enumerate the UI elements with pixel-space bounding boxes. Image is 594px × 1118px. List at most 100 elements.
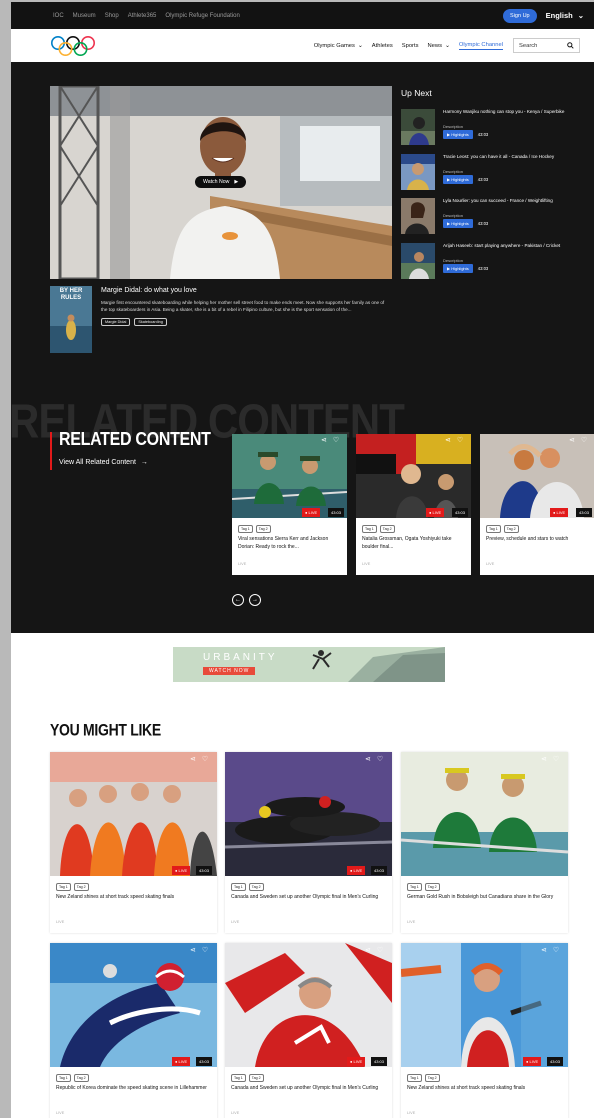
share-icon[interactable]: ⋖ bbox=[190, 755, 196, 763]
card-image bbox=[232, 434, 347, 518]
tag-chip[interactable]: Tag 1 bbox=[407, 883, 422, 891]
card-title: German Gold Rush in Bobsleigh but Canadi… bbox=[407, 894, 554, 900]
top-link-athlete365[interactable]: Athlete365 bbox=[128, 13, 157, 19]
olympic-rings-logo[interactable] bbox=[49, 35, 97, 57]
tag-chip[interactable]: Tag 2 bbox=[73, 883, 89, 891]
related-card[interactable]: ⋖ ♡ ● LIVE 43:03 Tag 1 Tag 2 Natalia Gros… bbox=[356, 434, 471, 575]
tag-chip[interactable]: Tag 2 bbox=[503, 525, 519, 533]
heart-icon[interactable]: ♡ bbox=[377, 946, 383, 954]
related-title: RELATED CONTENT bbox=[59, 430, 211, 450]
nav-item-label: News bbox=[427, 42, 443, 49]
content-card[interactable]: ⋖ ♡ ● LIVE 43:03 Tag 1 Tag 2 Canada and S… bbox=[225, 943, 392, 1118]
heart-icon[interactable]: ♡ bbox=[581, 436, 587, 444]
search-icon bbox=[567, 42, 574, 49]
video-tags: Margie Didal Skateboarding bbox=[101, 318, 391, 326]
related-card[interactable]: ⋖ ♡ ● LIVE 43:03 Tag 1 Tag 2 Viral sensat… bbox=[232, 434, 347, 575]
nav-item-olympic-games[interactable]: Olympic Games ⌄ bbox=[314, 43, 363, 49]
duration: 43:03 bbox=[477, 221, 489, 226]
heart-icon[interactable]: ♡ bbox=[553, 946, 559, 954]
top-link-ioc[interactable]: IOC bbox=[53, 13, 64, 19]
sign-up-button[interactable]: Sign Up bbox=[503, 8, 537, 23]
up-next-item[interactable]: Arijah Haseeb: start playing anywhere - … bbox=[401, 243, 586, 281]
chevron-down-icon: ⌄ bbox=[357, 42, 363, 49]
card-tags: Tag 1 Tag 2 bbox=[231, 883, 264, 891]
tag-chip[interactable]: Tag 2 bbox=[424, 883, 440, 891]
up-next-title: Harmony Wanjiku nothing can stop you - K… bbox=[443, 109, 565, 114]
video-title[interactable]: Margie Didal: do what you love bbox=[101, 287, 391, 294]
content-card[interactable]: ⋖ ♡ Tag 1 Tag 2 German Gold Rush in Bobsl… bbox=[401, 752, 568, 933]
tag-chip[interactable]: Tag 1 bbox=[362, 525, 377, 533]
view-all-related-link[interactable]: View All Related Content → bbox=[59, 459, 148, 466]
nav-item-olympic-channel[interactable]: Olympic Channel bbox=[458, 42, 503, 50]
chevron-down-icon: ⌄ bbox=[577, 11, 584, 20]
tag-chip[interactable]: Tag 2 bbox=[248, 883, 264, 891]
content-card[interactable]: ⋖ ♡ ● LIVE 43:03 Tag 1 Tag 2 New Zeland s… bbox=[50, 752, 217, 933]
tag-chip[interactable]: Margie Didal bbox=[101, 318, 131, 326]
card-tags: Tag 1 Tag 2 bbox=[238, 525, 271, 533]
share-icon[interactable]: ⋖ bbox=[365, 946, 371, 954]
nav-item-news[interactable]: News ⌄ bbox=[428, 43, 450, 49]
heart-icon[interactable]: ♡ bbox=[202, 755, 208, 763]
content-card[interactable]: ⋖ ♡ ● LIVE 43:03 Tag 1 Tag 2 Canada and S… bbox=[225, 752, 392, 933]
tag-chip[interactable]: Tag 1 bbox=[407, 1074, 422, 1082]
nav-item-sports[interactable]: Sports bbox=[402, 43, 419, 49]
tag-chip[interactable]: Tag 1 bbox=[56, 1074, 71, 1082]
tag-chip[interactable]: Tag 1 bbox=[231, 1074, 246, 1082]
share-icon[interactable]: ⋖ bbox=[541, 946, 547, 954]
up-next-item[interactable]: Harmony Wanjiku nothing can stop you - K… bbox=[401, 109, 586, 147]
search-input[interactable]: Search bbox=[513, 38, 580, 53]
duration: 43:03 bbox=[371, 1057, 388, 1066]
heart-icon[interactable]: ♡ bbox=[333, 436, 339, 444]
related-card[interactable]: ⋖ ♡ ● LIVE 43:03 Tag 1 Tag 2 Preview, sch… bbox=[480, 434, 594, 575]
live-badge: ● LIVE bbox=[347, 1057, 366, 1066]
tag-chip[interactable]: Tag 2 bbox=[248, 1074, 264, 1082]
share-icon[interactable]: ⋖ bbox=[569, 436, 575, 444]
up-next-heading: Up Next bbox=[401, 88, 432, 98]
main-nav: Olympic Games ⌄ Athletes Sports News ⌄ Oly… bbox=[11, 29, 594, 62]
tag-chip[interactable]: Skateboarding bbox=[134, 318, 167, 326]
share-icon[interactable]: ⋖ bbox=[445, 436, 451, 444]
tag-chip[interactable]: Tag 2 bbox=[73, 1074, 89, 1082]
heart-icon[interactable]: ♡ bbox=[553, 755, 559, 763]
video-info: Margie Didal: do what you love Margie fi… bbox=[101, 287, 391, 326]
tag-chip[interactable]: Tag 2 bbox=[379, 525, 395, 533]
banner-cta[interactable]: WATCH NOW bbox=[203, 667, 256, 675]
arrow-right-icon[interactable]: → bbox=[249, 594, 261, 606]
share-icon[interactable]: ⋖ bbox=[321, 436, 327, 444]
tag-chip[interactable]: Tag 2 bbox=[424, 1074, 440, 1082]
tag-chip[interactable]: Tag 1 bbox=[56, 883, 71, 891]
arrow-left-icon[interactable]: ← bbox=[232, 594, 244, 606]
card-image bbox=[50, 752, 217, 876]
heart-icon[interactable]: ♡ bbox=[377, 755, 383, 763]
heart-icon[interactable]: ♡ bbox=[457, 436, 463, 444]
tag-chip[interactable]: Tag 1 bbox=[238, 525, 253, 533]
content-card[interactable]: ⋖ ♡ ● LIVE 43:03 Tag 1 Tag 2 Republic of … bbox=[50, 943, 217, 1118]
up-next-item[interactable]: Tracie Leost: you can have it all - Cana… bbox=[401, 154, 586, 192]
content-card[interactable]: ⋖ ♡ ● LIVE 43:03 Tag 1 Tag 2 New Zeland s… bbox=[401, 943, 568, 1118]
tag-chip[interactable]: Tag 2 bbox=[255, 525, 271, 533]
share-icon[interactable]: ⋖ bbox=[541, 755, 547, 763]
up-next-item[interactable]: Lyla Nourlier: you can succeed - France … bbox=[401, 198, 586, 236]
highlights-badge: ▶ Highlights bbox=[443, 264, 473, 273]
live-badge: ● LIVE bbox=[302, 508, 321, 517]
watch-now-label: Watch Now bbox=[203, 179, 230, 185]
language-selector[interactable]: English ⌄ bbox=[546, 11, 584, 20]
hero-video[interactable]: Watch Now ▶ bbox=[50, 86, 392, 279]
tag-chip[interactable]: Tag 1 bbox=[231, 883, 246, 891]
share-icon[interactable]: ⋖ bbox=[365, 755, 371, 763]
urbanity-banner[interactable]: URBANITY WATCH NOW bbox=[173, 647, 445, 682]
series-poster[interactable]: BY HER RULES bbox=[50, 286, 92, 353]
share-icon[interactable]: ⋖ bbox=[190, 946, 196, 954]
duration: 43:03 bbox=[196, 1057, 213, 1066]
top-link-refuge-foundation[interactable]: Olympic Refuge Foundation bbox=[165, 13, 239, 19]
nav-item-athletes[interactable]: Athletes bbox=[372, 43, 393, 49]
top-link-museum[interactable]: Museum bbox=[73, 13, 96, 19]
search-placeholder: Search bbox=[519, 42, 538, 49]
heart-icon[interactable]: ♡ bbox=[202, 946, 208, 954]
card-title: Canada and Sweden set up another Olympic… bbox=[231, 1085, 379, 1091]
top-link-shop[interactable]: Shop bbox=[105, 13, 119, 19]
tag-chip[interactable]: Tag 1 bbox=[486, 525, 501, 533]
card-image bbox=[356, 434, 471, 518]
watch-now-button[interactable]: Watch Now ▶ bbox=[195, 176, 247, 188]
arrow-right-icon: → bbox=[140, 459, 148, 466]
